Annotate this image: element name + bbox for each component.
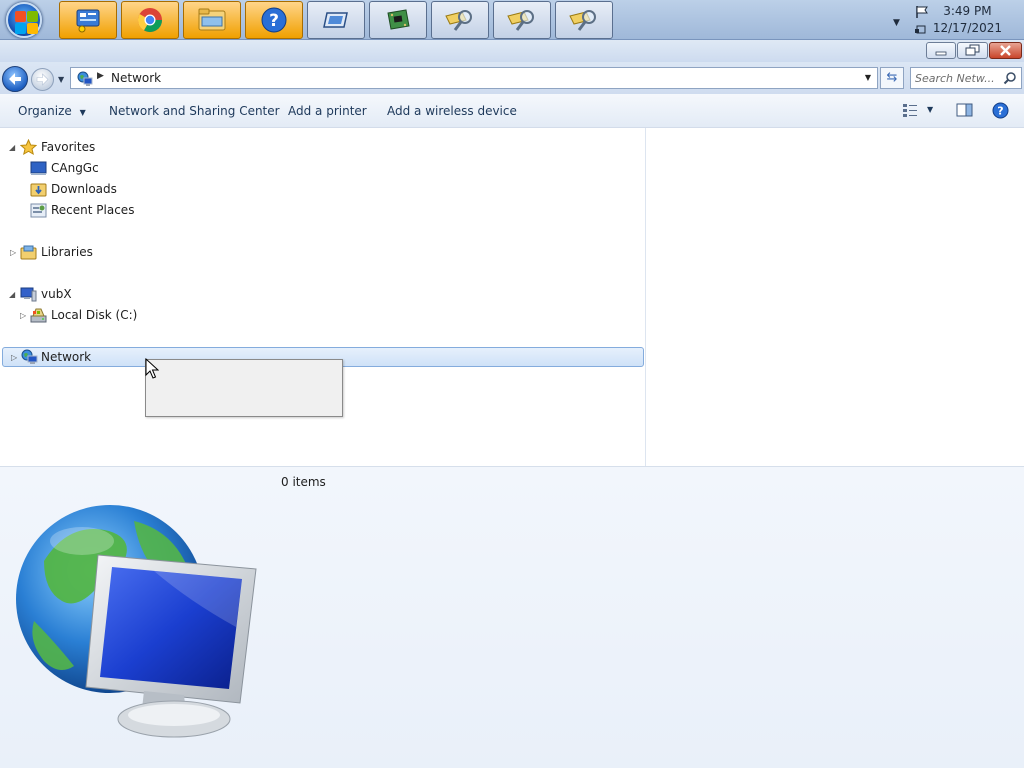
chrome-icon: [137, 8, 162, 33]
minimize-icon: [935, 51, 947, 56]
nav-item-cangc[interactable]: CAngGc: [0, 159, 300, 179]
circuit-board-icon: [387, 9, 410, 30]
svg-text:?: ?: [269, 11, 279, 31]
taskbar: ? ▼ 3:49 PM 12/17/2021: [0, 0, 1024, 40]
search-input[interactable]: [915, 70, 1003, 86]
arrow-left-icon: [9, 73, 21, 85]
help-icon: ?: [992, 102, 1009, 119]
libraries-icon: [20, 245, 37, 260]
search-box[interactable]: [910, 67, 1022, 89]
address-box[interactable]: ▶ Network ▼: [70, 67, 878, 89]
back-button[interactable]: [2, 66, 28, 92]
collapsed-arrow-icon[interactable]: ▷: [10, 248, 16, 257]
preview-pane: [647, 128, 1024, 466]
nav-favorites[interactable]: ◢ Favorites: [0, 138, 300, 158]
address-history-dropdown[interactable]: ▼: [865, 73, 871, 82]
nav-network-label: Network: [41, 350, 92, 364]
nav-local-disk-label: Local Disk (C:): [51, 308, 138, 322]
restore-button[interactable]: [957, 42, 988, 59]
network-sharing-center-button[interactable]: Network and Sharing Center: [109, 104, 280, 118]
minimize-button[interactable]: [926, 42, 956, 59]
command-bar: Organize ▼ Network and Sharing Center Ad…: [0, 94, 1024, 128]
taskbar-search-folder-3[interactable]: [555, 1, 613, 39]
help-icon: ?: [261, 7, 287, 33]
start-button[interactable]: [6, 2, 42, 38]
windows-logo-icon: [15, 11, 26, 22]
expanded-arrow-icon[interactable]: ◢: [9, 143, 15, 152]
nav-item-label: CAngGc: [51, 161, 99, 175]
search-folder-icon: [445, 10, 472, 31]
network-icon: [21, 349, 38, 364]
context-popup[interactable]: [145, 359, 343, 417]
collapsed-arrow-icon[interactable]: ▷: [11, 353, 17, 362]
nav-local-disk[interactable]: ▷ Local Disk (C:): [0, 306, 300, 326]
forward-button[interactable]: [31, 68, 54, 91]
search-icon[interactable]: [1003, 71, 1017, 85]
desktop-icon: [30, 161, 47, 175]
control-panel-icon: [76, 9, 100, 33]
window-icon: [323, 12, 348, 28]
search-folder-icon: [569, 10, 596, 31]
taskbar-chrome[interactable]: [121, 1, 179, 39]
expanded-arrow-icon[interactable]: ◢: [9, 290, 15, 299]
arrow-right-icon: [36, 73, 49, 86]
taskbar-help[interactable]: ?: [245, 1, 303, 39]
nav-libraries-label: Libraries: [41, 245, 93, 259]
help-button[interactable]: ?: [992, 102, 1009, 122]
refresh-button[interactable]: ⇆: [880, 67, 904, 89]
mouse-cursor-icon: [145, 358, 159, 379]
details-pane: 0 items: [0, 466, 1024, 768]
recent-pages-button[interactable]: ▼: [58, 75, 64, 84]
nav-computer[interactable]: ◢ vubX: [0, 285, 300, 305]
network-icon: [77, 71, 93, 86]
nav-computer-label: vubX: [41, 287, 72, 301]
taskbar-file-manager[interactable]: [183, 1, 241, 39]
taskbar-search-folder-1[interactable]: [431, 1, 489, 39]
hard-drive-icon: [30, 308, 47, 323]
nav-item-recent-places[interactable]: Recent Places: [0, 201, 300, 221]
preview-pane-icon: [956, 103, 973, 117]
view-options-dropdown[interactable]: ▼: [927, 105, 933, 114]
nav-item-label: Downloads: [51, 182, 117, 196]
action-center-flag-icon[interactable]: [914, 4, 930, 38]
items-count: 0 items: [281, 475, 326, 489]
close-button[interactable]: [989, 42, 1022, 59]
computer-icon: [20, 287, 37, 302]
preview-pane-button[interactable]: [956, 102, 973, 121]
star-icon: [20, 139, 37, 156]
breadcrumb-separator-icon[interactable]: ▶: [97, 71, 104, 81]
chevron-down-icon: ▼: [79, 108, 86, 117]
nav-favorites-label: Favorites: [41, 140, 96, 154]
breadcrumb-network[interactable]: Network: [111, 71, 161, 85]
add-wireless-device-button[interactable]: Add a wireless device: [387, 104, 517, 118]
address-bar-row: ▼ ▶ Network ▼ ⇆: [0, 62, 1024, 94]
change-view-button[interactable]: [902, 102, 918, 121]
organize-button[interactable]: Organize ▼: [18, 104, 86, 118]
clock-date: 12/17/2021: [932, 21, 1002, 35]
network-large-icon: [16, 505, 257, 738]
nav-item-label: Recent Places: [51, 203, 135, 217]
show-hidden-icons-button[interactable]: ▼: [893, 18, 900, 28]
system-clock[interactable]: 3:49 PM 12/17/2021: [933, 3, 1002, 37]
nav-item-downloads[interactable]: Downloads: [0, 180, 300, 200]
nav-libraries[interactable]: ▷ Libraries: [0, 243, 300, 263]
svg-text:?: ?: [997, 105, 1003, 118]
downloads-folder-icon: [30, 183, 47, 197]
taskbar-device-manager[interactable]: [369, 1, 427, 39]
view-details-icon: [903, 104, 917, 117]
taskbar-search-folder-2[interactable]: [493, 1, 551, 39]
collapsed-arrow-icon[interactable]: ▷: [20, 311, 26, 320]
search-folder-icon: [507, 10, 534, 31]
close-icon: [1000, 45, 1011, 56]
clock-time: 3:49 PM: [943, 4, 992, 18]
taskbar-control-panel[interactable]: [59, 1, 117, 39]
add-printer-button[interactable]: Add a printer: [288, 104, 367, 118]
window-titlebar: [0, 40, 1024, 62]
recent-places-icon: [30, 203, 47, 218]
taskbar-remote-window[interactable]: [307, 1, 365, 39]
refresh-icon: ⇆: [886, 70, 898, 85]
folder-icon: [198, 8, 226, 31]
restore-icon: [965, 44, 980, 56]
